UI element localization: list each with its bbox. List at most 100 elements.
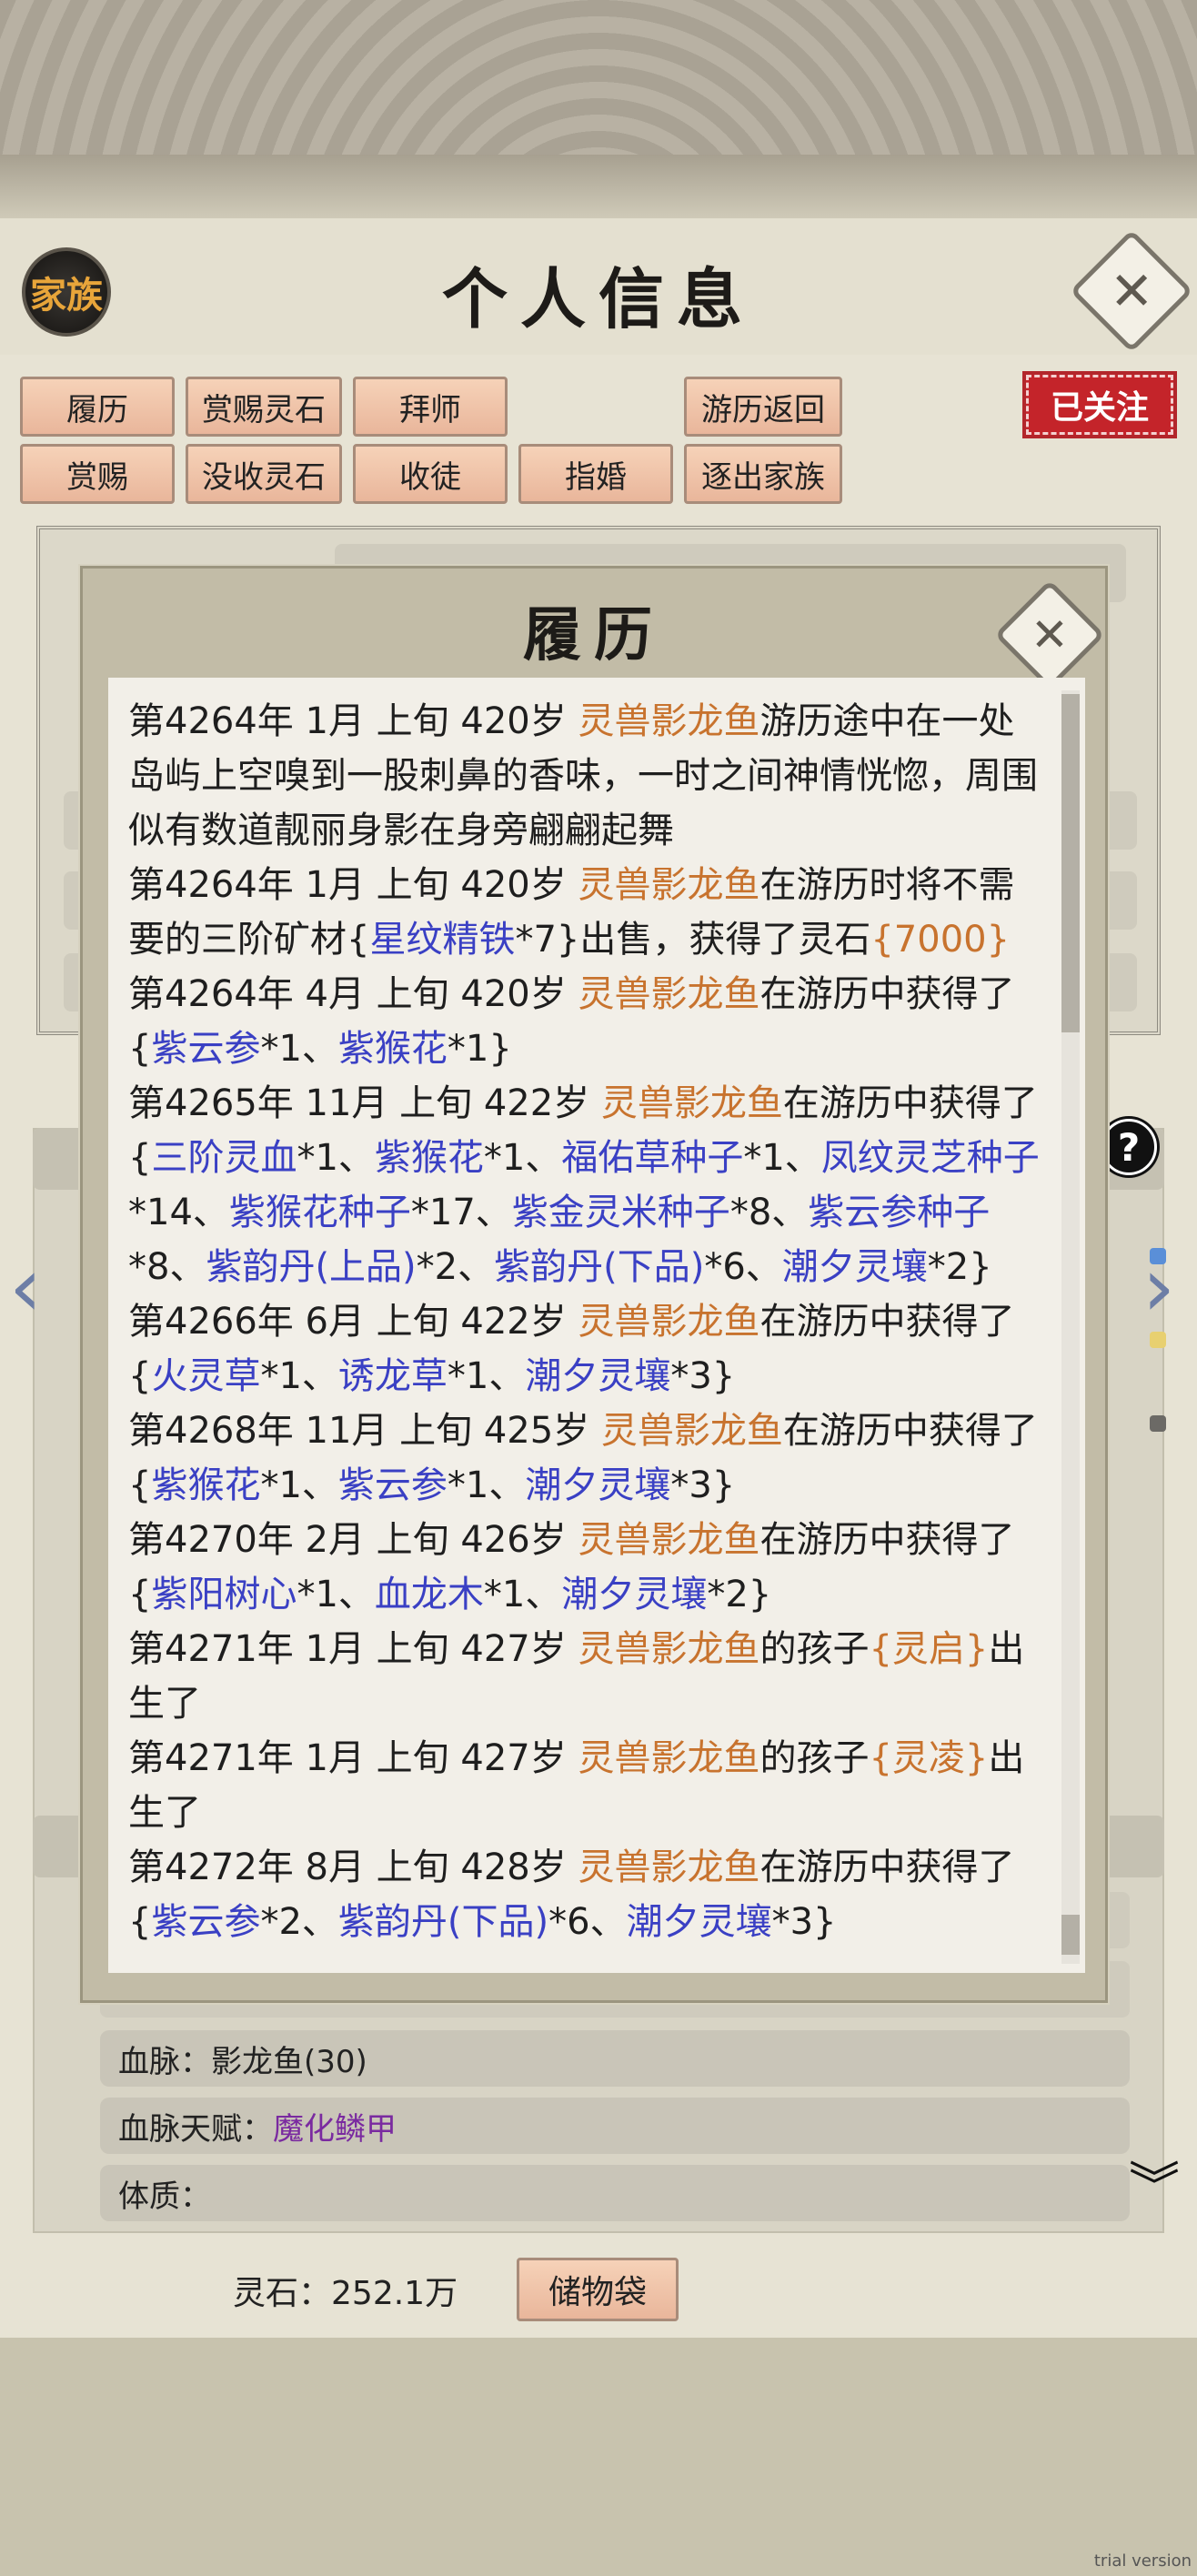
entry-text: 的孩子 <box>759 1628 870 1670</box>
bloodline-row: 血脉： 影龙鱼(30) <box>100 2030 1130 2087</box>
reward-stones-button[interactable]: 赏赐灵石 <box>186 377 342 437</box>
double-chevron-down-icon[interactable]: ︾ <box>1122 2158 1186 2218</box>
item-count: *1、 <box>447 1355 526 1397</box>
item-name: 紫韵丹(下品) <box>494 1246 705 1288</box>
item-count: *3} <box>771 1901 837 1943</box>
history-entry: 第4264年 1月 上旬 420岁 灵兽影龙鱼在游历时将不需要的三阶矿材{星纹精… <box>128 858 1047 967</box>
arrange-marriage-button[interactable]: 指婚 <box>518 444 673 504</box>
pet-name: 灵兽影龙鱼 <box>600 1082 783 1124</box>
bloodline-value: 影龙鱼(30) <box>211 2043 367 2080</box>
stones-label: 灵石： <box>233 2275 332 2312</box>
pet-name: 灵兽影龙鱼 <box>578 1628 760 1670</box>
pet-name: 灵兽影龙鱼 <box>578 973 760 1015</box>
item-count: *14、 <box>128 1192 229 1233</box>
bloodline-talent-label: 血脉天赋： <box>118 2110 273 2148</box>
entry-date: 第4264年 1月 上旬 420岁 <box>128 864 578 906</box>
stone-amount: {7000} <box>870 919 1011 961</box>
reward-button[interactable]: 赏赐 <box>20 444 175 504</box>
item-count: *1} <box>447 1028 512 1070</box>
entry-date: 第4265年 11月 上旬 422岁 <box>128 1082 601 1124</box>
item-count: *3} <box>670 1464 736 1506</box>
travel-return-button[interactable]: 游历返回 <box>684 377 842 437</box>
item-name: 紫猴花种子 <box>228 1192 411 1233</box>
spirit-stones: 灵石： 252.1万 <box>233 2263 458 2318</box>
item-name: 紫云参 <box>151 1901 261 1943</box>
close-icon: ✕ <box>1031 609 1069 661</box>
next-arrow-icon[interactable]: › <box>1142 1243 1188 1333</box>
history-modal: 履历 ✕ 第4264年 1月 上旬 420岁 灵兽影龙鱼游历途中在一处岛屿上空嗅… <box>80 566 1108 2003</box>
item-name: 福佑草种子 <box>561 1137 744 1179</box>
page-title: 个人信息 <box>441 260 755 337</box>
history-entry: 第4268年 11月 上旬 425岁 灵兽影龙鱼在游历中获得了{紫猴花*1、紫云… <box>128 1404 1047 1513</box>
pet-name: 灵兽影龙鱼 <box>578 864 760 906</box>
item-count: *2、 <box>416 1246 495 1288</box>
followed-badge[interactable]: 已关注 <box>1026 375 1173 435</box>
item-name: 潮夕灵壤 <box>626 1901 772 1943</box>
confiscate-stones-button[interactable]: 没收灵石 <box>186 444 342 504</box>
constitution-row: 体质： <box>100 2165 1130 2221</box>
item-name: 星纹精铁 <box>369 919 516 961</box>
entry-date: 第4266年 6月 上旬 422岁 <box>128 1301 578 1343</box>
item-count: *2} <box>927 1246 992 1288</box>
expel-button[interactable]: 逐出家族 <box>684 444 842 504</box>
entry-date: 第4272年 8月 上旬 428岁 <box>128 1846 578 1888</box>
item-count: *8、 <box>128 1246 206 1288</box>
modal-title: 履历 <box>523 601 665 669</box>
item-name: 三阶灵血 <box>151 1137 297 1179</box>
pet-name: 灵兽影龙鱼 <box>578 1301 760 1343</box>
item-name: 诱龙草 <box>337 1355 448 1397</box>
pet-name: 灵兽影龙鱼 <box>578 1737 760 1779</box>
item-name: 紫韵丹(上品) <box>206 1246 417 1288</box>
child-name: {灵凌} <box>869 1737 989 1779</box>
item-name: 紫阳树心 <box>151 1574 297 1615</box>
bloodline-talent-value: 魔化鳞甲 <box>273 2110 397 2148</box>
item-name: 紫猴花 <box>374 1137 484 1179</box>
item-count: *1、 <box>483 1574 562 1615</box>
item-count: *17、 <box>410 1192 512 1233</box>
prev-arrow-icon[interactable]: ‹ <box>9 1243 55 1333</box>
item-count: *1、 <box>260 1355 338 1397</box>
clan-button[interactable]: 家族 <box>22 247 111 337</box>
entry-text: 的孩子 <box>759 1737 870 1779</box>
item-name: 血龙木 <box>374 1574 484 1615</box>
item-count: *1、 <box>260 1464 338 1506</box>
take-apprentice-button[interactable]: 收徒 <box>353 444 508 504</box>
item-name: 紫韵丹(下品) <box>337 1901 549 1943</box>
scrollbar-thumb[interactable] <box>1061 694 1080 1032</box>
item-count: *1、 <box>743 1137 821 1179</box>
history-button[interactable]: 履历 <box>20 377 175 437</box>
entry-date: 第4271年 1月 上旬 427岁 <box>128 1737 578 1779</box>
trial-watermark: trial version <box>1093 2551 1192 2571</box>
history-entry: 第4272年 8月 上旬 428岁 灵兽影龙鱼在游历中获得了{紫云参*2、紫韵丹… <box>128 1840 1047 1949</box>
bloodline-label: 血脉： <box>118 2043 211 2080</box>
indicator-dot <box>1150 1415 1166 1432</box>
take-master-button[interactable]: 拜师 <box>353 377 508 437</box>
item-count: *3} <box>670 1355 736 1397</box>
history-entry: 第4266年 6月 上旬 422岁 灵兽影龙鱼在游历中获得了{火灵草*1、诱龙草… <box>128 1294 1047 1404</box>
item-name: 潮夕灵壤 <box>561 1574 708 1615</box>
history-entry: 第4265年 11月 上旬 422岁 灵兽影龙鱼在游历中获得了{三阶灵血*1、紫… <box>128 1076 1047 1294</box>
history-log-content: 第4264年 1月 上旬 420岁 灵兽影龙鱼游历途中在一处岛屿上空嗅到一股刺鼻… <box>128 694 1047 1949</box>
item-name: 紫金灵米种子 <box>511 1192 730 1233</box>
help-icon[interactable]: ? <box>1101 1119 1157 1175</box>
item-name: 潮夕灵壤 <box>781 1246 928 1288</box>
item-count: *6、 <box>704 1246 782 1288</box>
item-count: *1、 <box>297 1574 375 1615</box>
bloodline-talent-row: 血脉天赋： 魔化鳞甲 <box>100 2098 1130 2154</box>
entry-date: 第4268年 11月 上旬 425岁 <box>128 1410 601 1452</box>
history-log[interactable]: 第4264年 1月 上旬 420岁 灵兽影龙鱼游历途中在一处岛屿上空嗅到一股刺鼻… <box>108 678 1085 1973</box>
top-decor-shade <box>0 155 1197 218</box>
history-entry: 第4264年 4月 上旬 420岁 灵兽影龙鱼在游历中获得了{紫云参*1、紫猴花… <box>128 967 1047 1076</box>
scrollbar-thumb-end <box>1061 1915 1080 1955</box>
item-count: *1、 <box>447 1464 526 1506</box>
item-name: 紫云参 <box>337 1464 448 1506</box>
item-count: *1、 <box>483 1137 562 1179</box>
entry-date: 第4271年 1月 上旬 427岁 <box>128 1628 578 1670</box>
storage-bag-button[interactable]: 储物袋 <box>517 2258 679 2321</box>
item-name: 火灵草 <box>151 1355 261 1397</box>
history-entry: 第4270年 2月 上旬 426岁 灵兽影龙鱼在游历中获得了{紫阳树心*1、血龙… <box>128 1513 1047 1622</box>
item-name: 紫猴花 <box>151 1464 261 1506</box>
entry-date: 第4270年 2月 上旬 426岁 <box>128 1519 578 1561</box>
close-icon: ✕ <box>1109 259 1154 322</box>
item-count: *6、 <box>548 1901 627 1943</box>
